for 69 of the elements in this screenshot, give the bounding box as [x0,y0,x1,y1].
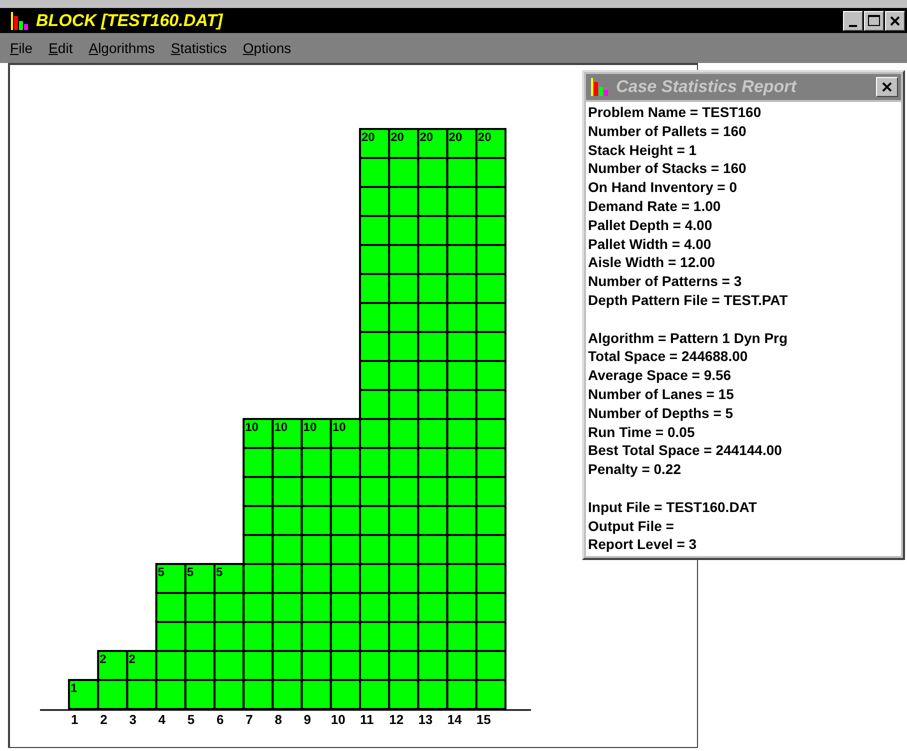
depth-label: 10 [274,420,288,434]
lane-label: 4 [158,712,166,727]
lane-label: 8 [274,712,282,727]
report-line: On Hand Inventory = 0 [588,178,738,197]
depth-label: 2 [128,652,136,666]
report-line: Stack Height = 1 [588,140,698,160]
lane-label: 3 [129,712,136,727]
report-line: Penalty = 0.22 [588,460,682,479]
maximize-icon [868,15,880,26]
depth-label: 20 [362,130,375,144]
report-line: Aisle Width = 12.00 [588,253,716,272]
report-line: Best Total Space = 244144.00 [588,441,783,460]
lane-label: 15 [476,712,491,727]
report-line: Report Level = 3 [588,535,698,554]
depth-label: 10 [332,420,346,434]
depth-label: 20 [448,130,462,144]
close-icon [890,16,900,26]
lane-label: 10 [330,712,346,727]
menu-item[interactable]: Edit [48,38,73,58]
report-line: Problem Name = TEST160 [588,103,762,122]
report-line: Number of Patterns = 3 [588,272,743,291]
lane-label: 5 [187,712,195,727]
depth-label: 1 [70,681,78,695]
report-line: Number of Depths = 5 [588,404,734,423]
lane-label: 7 [246,712,253,727]
lane-label: 11 [360,712,374,727]
depth-label: 5 [216,565,223,579]
report-line: Algorithm = Pattern 1 Dyn Prg [588,328,789,348]
depth-label: 5 [158,565,164,579]
report-line: Depth Pattern File = TEST.PAT [588,290,789,310]
report-line: Total Space = 244688.00 [588,347,749,366]
depth-label: 2 [100,652,106,666]
report-title: Case Statistics Report [616,76,796,98]
window-title: BLOCK [TEST160.DAT] [36,10,223,32]
report-line: Demand Rate = 1.00 [588,196,722,216]
report-line: Number of Lanes = 15 [588,384,735,404]
report-line: Pallet Width = 4.00 [588,234,712,254]
report-line: Input File = TEST160.DAT [588,498,758,517]
menu-item[interactable]: Statistics [170,38,227,58]
report-line: Number of Stacks = 160 [588,159,748,178]
depth-label: 20 [478,130,492,144]
report-line: Output File = [588,516,675,536]
depth-label: 20 [390,130,404,144]
lane-label: 1 [71,712,78,727]
report-line: Average Space = 9.56 [588,366,732,385]
minimize-button[interactable] [843,10,863,30]
bar-chart-icon [590,77,610,97]
menu-item[interactable]: Options [242,38,292,58]
depth-label: 20 [420,130,434,144]
lane-label: 9 [304,712,312,727]
close-button[interactable] [885,10,905,30]
report-line: Run Time = 0.05 [588,422,696,442]
close-button[interactable] [876,77,898,97]
maximize-button[interactable] [864,10,884,30]
depth-label: 10 [303,420,317,434]
menu-item[interactable]: File [10,38,33,58]
depth-label: 5 [186,565,194,579]
bar-chart-icon [10,10,30,30]
lane-label: 13 [418,712,433,727]
minimize-icon [849,24,857,26]
report-line: Pallet Depth = 4.00 [588,216,714,235]
menu-item[interactable]: Algorithms [88,38,155,58]
close-icon [882,82,892,92]
lane-label: 14 [447,712,462,727]
lane-label: 12 [389,712,404,727]
lane-label: 6 [216,712,224,727]
depth-label: 10 [245,420,258,434]
report-line: Number of Pallets = 160 [588,122,748,141]
lane-label: 2 [100,712,108,727]
